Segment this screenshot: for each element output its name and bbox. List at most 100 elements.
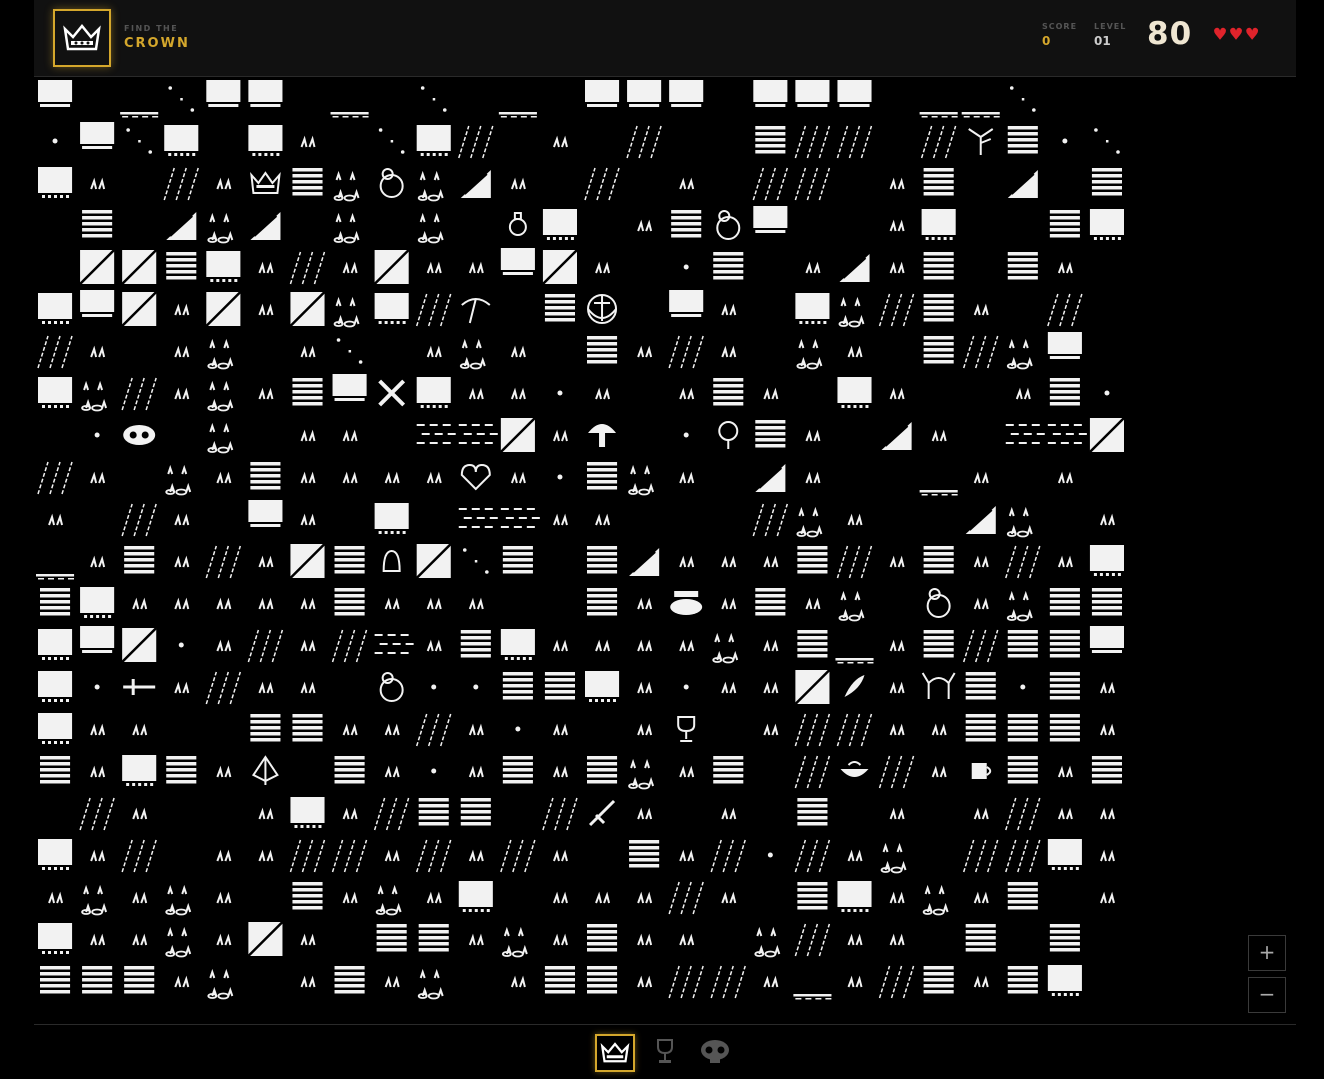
map-tile [627, 80, 662, 107]
map-tile [1007, 252, 1038, 280]
potion-icon[interactable] [497, 205, 538, 245]
map-tile [168, 86, 195, 112]
inventory-slot-chalice[interactable] [646, 1034, 684, 1070]
map-tile [132, 723, 148, 736]
map-tile [165, 884, 192, 916]
inventory-slot-skull[interactable] [696, 1034, 734, 1070]
map-tile [637, 975, 653, 988]
map-tile [796, 506, 823, 538]
map-tile [300, 345, 316, 358]
zoom-in-button[interactable]: + [1248, 935, 1286, 971]
map-tile [373, 249, 410, 285]
sword-icon[interactable] [119, 667, 160, 707]
leaf-icon[interactable] [245, 751, 286, 791]
map-tile [473, 684, 479, 690]
map-tile [216, 765, 232, 778]
map-tile [40, 756, 71, 784]
map-tile [174, 597, 190, 610]
ring-icon[interactable] [708, 205, 749, 245]
heart-icon[interactable] [455, 457, 496, 497]
mushroom-icon[interactable] [582, 415, 623, 455]
map-tile [126, 128, 153, 154]
map-tile [973, 807, 989, 820]
map-tile [94, 684, 100, 690]
map-tile [458, 125, 494, 159]
map-tile [38, 671, 73, 702]
inventory-slot-crown[interactable] [595, 1034, 635, 1072]
map-tile [1047, 293, 1083, 327]
score-value: 0 [1042, 34, 1051, 48]
horned-helmet-icon[interactable] [918, 667, 959, 707]
map-tile [163, 167, 199, 201]
anchor-icon[interactable] [582, 289, 623, 329]
map-tile [415, 713, 452, 747]
feather-icon[interactable] [834, 667, 875, 707]
map-tile [216, 933, 232, 946]
map-tile [679, 765, 695, 778]
map-tile [889, 219, 905, 232]
map-tile [637, 933, 653, 946]
map-tile [376, 924, 407, 952]
map-tile [1091, 756, 1122, 784]
map-tile [342, 429, 358, 442]
skull-icon[interactable] [119, 415, 160, 455]
map-tile [510, 345, 526, 358]
map-tile [501, 926, 528, 958]
map-tile [1089, 545, 1124, 576]
ring-icon[interactable] [371, 163, 412, 203]
dagger-icon[interactable] [582, 793, 623, 833]
map-tile [378, 128, 405, 154]
tile-grid[interactable] [34, 78, 1128, 1002]
crossbones-icon[interactable] [371, 373, 412, 413]
map-tile [797, 630, 828, 658]
map-tile [510, 177, 526, 190]
map-tile [763, 555, 779, 568]
map-tile [38, 629, 73, 660]
map-tile [1047, 424, 1087, 444]
cauldron-icon[interactable] [666, 583, 707, 623]
map-tile [81, 884, 108, 916]
zoom-out-button[interactable]: − [1248, 977, 1286, 1013]
tree-icon[interactable] [960, 121, 1001, 161]
map-tile [500, 508, 540, 528]
map-tile [889, 261, 905, 274]
map-tile [90, 723, 106, 736]
map-tile [1100, 807, 1115, 820]
mug-icon[interactable] [960, 751, 1001, 791]
map-tile [178, 642, 184, 648]
map-tile [38, 377, 73, 408]
title-subtitle: FIND THE [124, 24, 179, 33]
map-tile [289, 543, 326, 579]
map-tile [629, 548, 660, 576]
level-label: LEVEL [1094, 22, 1127, 31]
map-tile [342, 723, 358, 736]
chalice-icon[interactable] [666, 709, 707, 749]
map-tile [426, 639, 442, 652]
map-tile [515, 726, 521, 732]
map-tile [797, 798, 828, 826]
map-tile [502, 546, 533, 574]
map-tile [721, 555, 737, 568]
map-tile [258, 597, 274, 610]
map-tile [79, 797, 115, 831]
shield-icon[interactable] [708, 415, 749, 455]
ring-icon[interactable] [371, 667, 412, 707]
map-tile [839, 254, 870, 282]
map-tile [889, 933, 905, 946]
game-board[interactable] [34, 78, 1128, 1002]
ring-icon[interactable] [918, 583, 959, 623]
map-tile [384, 471, 400, 484]
map-tile [1057, 555, 1073, 568]
map-tile [164, 125, 199, 156]
crown-icon[interactable] [245, 163, 286, 203]
bell-icon[interactable] [371, 541, 412, 581]
map-tile [510, 471, 526, 484]
map-tile [626, 125, 662, 159]
map-tile [973, 303, 989, 316]
pickaxe-icon[interactable] [455, 289, 496, 329]
map-tile [838, 296, 865, 328]
map-tile [332, 374, 367, 401]
map-tile [962, 335, 999, 369]
map-tile [805, 429, 821, 442]
bowl-icon[interactable] [834, 751, 875, 791]
